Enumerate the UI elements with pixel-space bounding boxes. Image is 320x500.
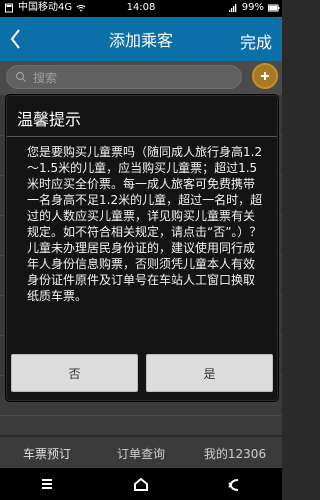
home-button[interactable] — [132, 475, 150, 493]
done-button[interactable]: 完成 — [240, 29, 272, 53]
back-icon — [228, 479, 239, 491]
search-placeholder: 搜索 — [33, 70, 58, 85]
search-input[interactable]: 搜索 — [6, 65, 242, 89]
menu-icon — [42, 479, 52, 489]
bottom-tabs: 车票预订 订单查询 我的12306 — [0, 436, 282, 469]
status-right: 99% — [228, 2, 280, 14]
dialog-message: 您是要购买儿童票吗（随同成人旅行身高1.2～1.5米的儿童，应当购买儿童票；超过… — [27, 145, 263, 303]
back-button[interactable] — [8, 26, 24, 52]
list-divider — [0, 415, 282, 416]
tab-ticket-booking[interactable]: 车票预订 — [0, 445, 94, 462]
home-icon — [134, 477, 148, 491]
back-nav-button[interactable] — [226, 475, 244, 493]
dialog-title: 温馨提示 — [17, 110, 82, 129]
chevron-left-icon — [10, 29, 20, 49]
page-title: 添加乘客 — [108, 31, 173, 50]
search-icon — [15, 71, 27, 83]
signal-icon — [228, 3, 238, 13]
add-passenger-button[interactable] — [252, 63, 278, 89]
no-button[interactable]: 否 — [11, 354, 138, 392]
system-navigation-bar — [0, 468, 282, 500]
menu-button[interactable] — [38, 475, 56, 493]
battery-icon — [268, 3, 280, 13]
search-area: 搜索 — [0, 61, 282, 95]
plus-icon — [261, 72, 269, 80]
yes-button[interactable]: 是 — [146, 354, 273, 392]
child-ticket-dialog: 温馨提示 您是要购买儿童票吗（随同成人旅行身高1.2～1.5米的儿童，应当购买儿… — [6, 95, 278, 401]
tab-my-12306[interactable]: 我的12306 — [188, 445, 282, 462]
status-bar: 中国移动4G 14:08 99% — [0, 0, 282, 17]
battery-percent: 99% — [241, 2, 264, 13]
tab-order-query[interactable]: 订单查询 — [94, 445, 188, 462]
top-header: 添加乘客 完成 — [0, 17, 282, 61]
dialog-divider — [7, 136, 277, 137]
dialog-buttons: 否 是 — [7, 354, 277, 392]
